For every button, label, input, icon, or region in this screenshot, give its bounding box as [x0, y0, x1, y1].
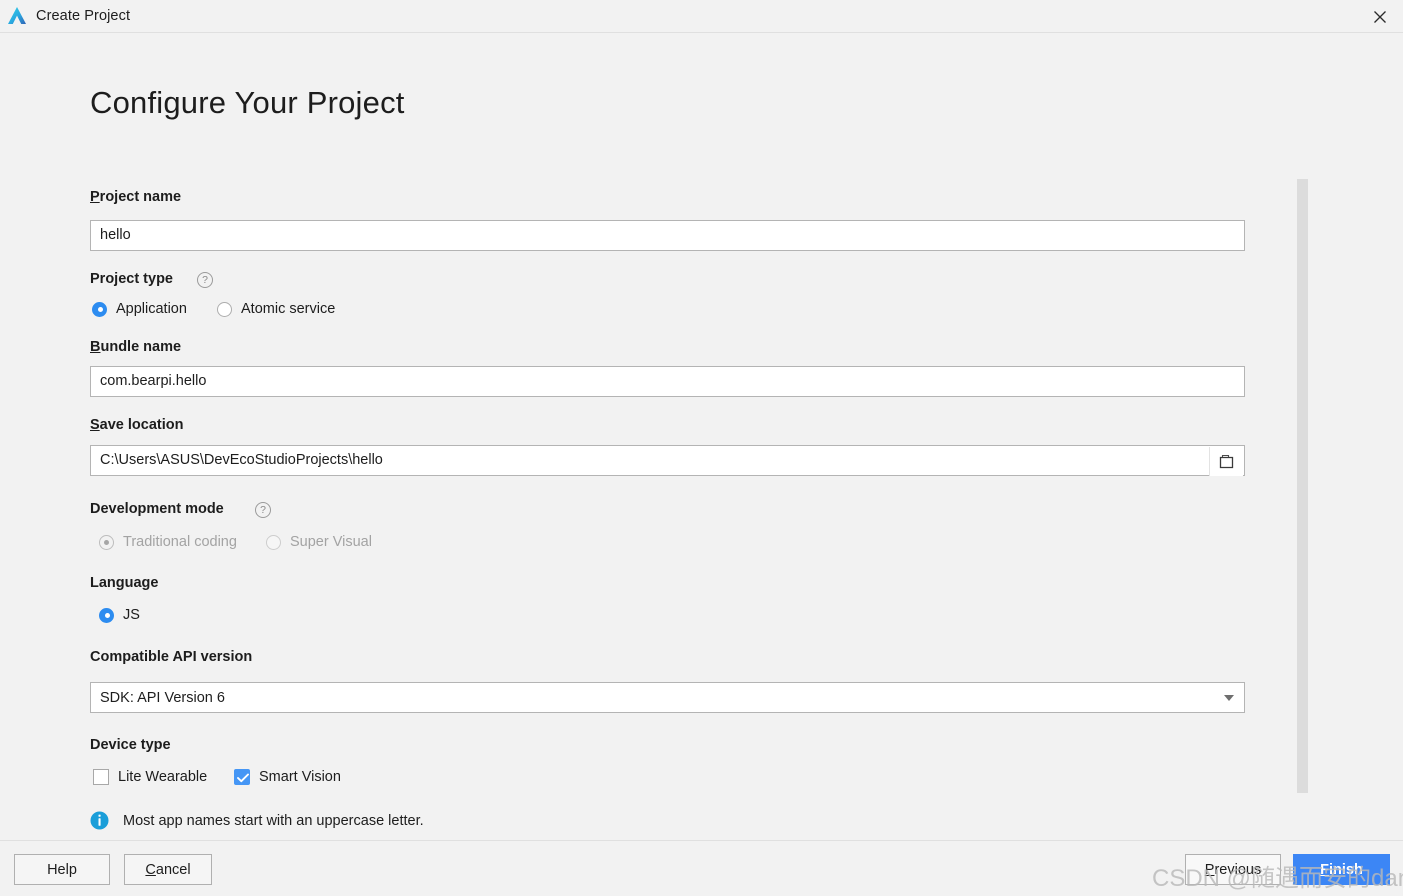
- radio-project-type-application[interactable]: Application: [92, 301, 187, 317]
- project-name-input[interactable]: hello: [90, 220, 1245, 251]
- bundle-name-input[interactable]: com.bearpi.hello: [90, 366, 1245, 397]
- close-icon[interactable]: [1357, 0, 1403, 33]
- radio-label: Atomic service: [241, 301, 336, 317]
- finish-button[interactable]: Finish: [1293, 854, 1390, 885]
- project-name-label: Project name: [90, 189, 181, 205]
- checkbox-indicator: [234, 769, 250, 785]
- chevron-down-icon: [1224, 695, 1234, 701]
- bundle-name-value: com.bearpi.hello: [100, 373, 207, 389]
- radio-indicator: [99, 534, 114, 550]
- compatible-api-version-dropdown[interactable]: SDK: API Version 6: [90, 682, 1245, 713]
- checkbox-label: Smart Vision: [259, 769, 341, 785]
- previous-button-label-rest: revious: [1214, 861, 1262, 878]
- folder-open-icon[interactable]: [1209, 447, 1243, 476]
- info-message-row: Most app names start with an uppercase l…: [90, 811, 424, 830]
- radio-language-js[interactable]: JS: [99, 607, 140, 623]
- info-message-text: Most app names start with an uppercase l…: [123, 812, 424, 829]
- radio-development-mode-super-visual: Super Visual: [266, 534, 372, 550]
- cancel-button[interactable]: Cancel: [124, 854, 212, 885]
- save-location-label: Save location: [90, 417, 183, 433]
- radio-development-mode-traditional-coding: Traditional coding: [99, 534, 237, 550]
- previous-button-mnemonic: P: [1204, 861, 1215, 878]
- project-name-label-rest: roject name: [99, 189, 182, 205]
- bundle-name-mnemonic: B: [90, 339, 101, 355]
- radio-project-type-atomic-service[interactable]: Atomic service: [217, 301, 335, 317]
- radio-label: Traditional coding: [123, 534, 237, 550]
- page-title: Configure Your Project: [90, 85, 405, 120]
- radio-label: JS: [123, 607, 140, 623]
- radio-indicator: [99, 607, 114, 623]
- project-name-mnemonic: P: [90, 189, 100, 205]
- radio-indicator: [92, 301, 107, 317]
- compatible-api-version-label: Compatible API version: [90, 649, 253, 665]
- device-type-label: Device type: [90, 737, 171, 753]
- finish-button-label-rest: inish: [1329, 861, 1363, 878]
- project-name-value: hello: [100, 227, 131, 243]
- cancel-button-label-rest: ancel: [155, 861, 191, 878]
- checkbox-indicator: [93, 769, 109, 785]
- radio-label: Application: [116, 301, 187, 317]
- development-mode-help-icon[interactable]: ?: [255, 502, 271, 518]
- save-location-mnemonic: S: [90, 417, 100, 433]
- project-type-help-icon[interactable]: ?: [197, 272, 213, 288]
- help-button[interactable]: Help: [14, 854, 110, 885]
- previous-button[interactable]: Previous: [1185, 854, 1281, 885]
- window-title-label: Create Project: [36, 8, 131, 24]
- checkbox-label: Lite Wearable: [118, 769, 208, 785]
- info-circle-icon: [90, 811, 109, 830]
- cancel-button-mnemonic: C: [145, 861, 156, 878]
- compatible-api-version-value: SDK: API Version 6: [100, 689, 225, 706]
- deveco-triangle-logo-icon: [6, 5, 28, 27]
- finish-button-mnemonic: F: [1320, 861, 1329, 878]
- checkbox-device-type-lite-wearable[interactable]: Lite Wearable: [93, 769, 207, 785]
- bundle-name-label: Bundle name: [90, 339, 181, 355]
- dialog-content: Configure Your Project Project name hell…: [0, 33, 1403, 840]
- window-title-bar: Create Project: [0, 0, 1403, 33]
- radio-indicator: [217, 301, 232, 317]
- vertical-scrollbar-thumb[interactable]: [1297, 179, 1308, 793]
- radio-indicator: [266, 534, 281, 550]
- development-mode-label: Development mode: [90, 501, 224, 517]
- radio-label: Super Visual: [290, 534, 372, 550]
- save-location-label-rest: ave location: [99, 417, 184, 433]
- form-scroll-region: Project name hello Project type ? Applic…: [0, 146, 1403, 799]
- language-label: Language: [90, 575, 159, 591]
- dialog-footer: Help Cancel Previous Finish: [0, 840, 1403, 896]
- bundle-name-label-rest: undle name: [100, 339, 182, 355]
- save-location-value: C:\Users\ASUS\DevEcoStudioProjects\hello: [100, 452, 383, 468]
- checkbox-device-type-smart-vision[interactable]: Smart Vision: [234, 769, 341, 785]
- project-type-label: Project type: [90, 271, 173, 287]
- save-location-input[interactable]: C:\Users\ASUS\DevEcoStudioProjects\hello: [90, 445, 1245, 476]
